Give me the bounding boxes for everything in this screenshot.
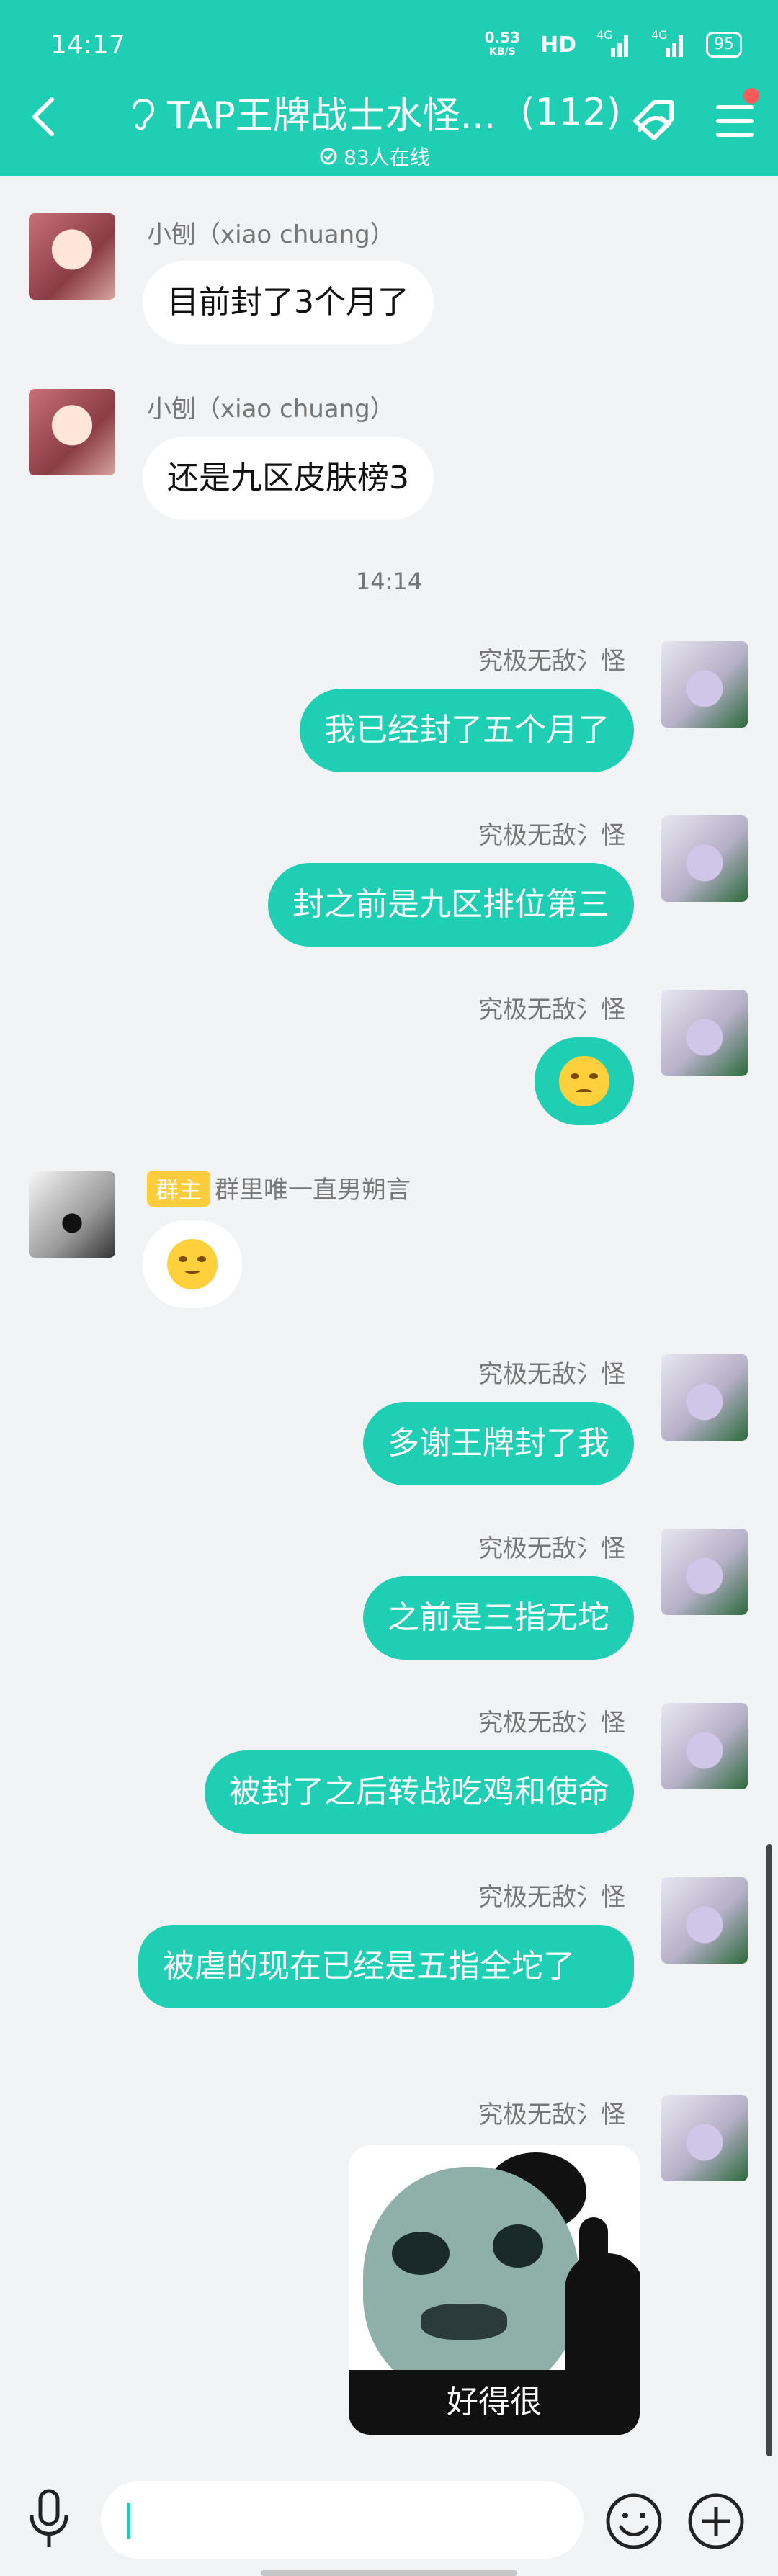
sticker-caption: 好得很 <box>349 2370 640 2435</box>
sender-name: 群里唯一直男朔言 <box>215 1176 411 1204</box>
chat-title[interactable]: TAP王牌战士水怪... (112) 83人在线 <box>122 85 627 171</box>
message-bubble[interactable]: 还是九区皮肤榜3 <box>143 437 434 520</box>
input-bar <box>0 2456 778 2576</box>
status-bar: 14:17 0.53 KB/S HD 4G 4G 95 <box>0 0 778 86</box>
avatar[interactable] <box>661 1703 748 1789</box>
message-bubble[interactable]: 封之前是九区排位第三 <box>268 863 634 947</box>
sender-name: 究极无敌氵怪 <box>478 821 625 850</box>
sender-name: 小刨（xiao chuang） <box>147 395 395 424</box>
sweat-smile-emoji-icon <box>167 1239 218 1289</box>
avatar[interactable] <box>29 1171 115 1258</box>
battery-level: 95 <box>714 35 734 53</box>
plus-icon[interactable] <box>686 2491 746 2552</box>
text-caret <box>127 2503 130 2539</box>
member-count: (112) <box>520 90 622 134</box>
group-owner-badge: 群主 <box>147 1171 211 1207</box>
sender-name: 究极无敌氵怪 <box>478 996 625 1024</box>
avatar[interactable] <box>661 990 748 1076</box>
sender-name: 究极无敌氵怪 <box>478 647 625 676</box>
signal-icon: 4G <box>596 28 631 57</box>
eyeroll-emoji-icon <box>559 1056 609 1106</box>
battery-icon: 95 <box>706 32 742 58</box>
hd-indicator: HD <box>540 32 576 58</box>
status-time: 14:17 <box>50 30 125 60</box>
sender-line: 群主 群里唯一直男朔言 <box>147 1170 411 1207</box>
message-bubble[interactable] <box>535 1037 634 1125</box>
sender-name: 究极无敌氵怪 <box>478 1709 625 1738</box>
message-bubble[interactable]: 之前是三指无坨 <box>363 1576 634 1660</box>
online-count: 83人在线 <box>344 146 430 169</box>
scrollbar[interactable] <box>766 1844 772 2456</box>
message-bubble[interactable]: 被虐的现在已经是五指全坨了 <box>138 1925 634 2008</box>
microphone-icon[interactable] <box>26 2487 72 2552</box>
time-divider: 14:14 <box>355 568 423 595</box>
group-name: TAP王牌战士水怪... <box>166 94 496 138</box>
message-bubble[interactable]: 目前封了3个月了 <box>143 261 434 344</box>
network-type-2: 4G <box>651 28 668 42</box>
sender-name: 究极无敌氵怪 <box>478 1360 625 1389</box>
sender-name: 究极无敌氵怪 <box>478 2101 625 2129</box>
message-bubble[interactable]: 被封了之后转战吃鸡和使命 <box>205 1750 634 1834</box>
emoji-face-icon[interactable] <box>604 2491 664 2552</box>
back-arrow-icon[interactable] <box>29 95 58 138</box>
avatar[interactable] <box>661 815 748 902</box>
panda-sticker[interactable]: 好得很 <box>349 2145 640 2435</box>
sender-name: 小刨（xiao chuang） <box>147 220 395 249</box>
ear-icon <box>132 98 154 130</box>
speed-unit: KB/S <box>488 46 516 58</box>
avatar[interactable] <box>661 641 748 728</box>
status-icons: 0.53 KB/S HD 4G 4G 95 <box>485 28 742 59</box>
message-bubble[interactable]: 我已经封了五个月了 <box>300 689 634 772</box>
signal-icon: 4G <box>651 28 686 57</box>
message-bubble[interactable]: 多谢王牌封了我 <box>363 1402 634 1485</box>
home-indicator <box>261 2570 517 2576</box>
chat-header: 14:17 0.53 KB/S HD 4G 4G 95 TAP王牌战士水怪...… <box>0 0 778 176</box>
network-speed: 0.53 KB/S <box>485 30 520 59</box>
message-input[interactable] <box>101 2481 584 2559</box>
notification-dot <box>743 88 759 104</box>
avatar[interactable] <box>29 389 115 475</box>
avatar[interactable] <box>661 2095 748 2181</box>
message-bubble[interactable] <box>143 1220 242 1308</box>
avatar[interactable] <box>661 1354 748 1441</box>
share-icon[interactable] <box>625 92 683 150</box>
sender-name: 究极无敌氵怪 <box>478 1883 625 1912</box>
sender-name: 究极无敌氵怪 <box>478 1534 625 1563</box>
avatar[interactable] <box>661 1529 748 1615</box>
network-type-1: 4G <box>596 28 613 42</box>
speed-value: 0.53 <box>484 29 520 46</box>
avatar[interactable] <box>29 213 115 300</box>
menu-icon[interactable] <box>715 101 755 141</box>
avatar[interactable] <box>661 1877 748 1964</box>
online-check-icon <box>320 148 337 165</box>
